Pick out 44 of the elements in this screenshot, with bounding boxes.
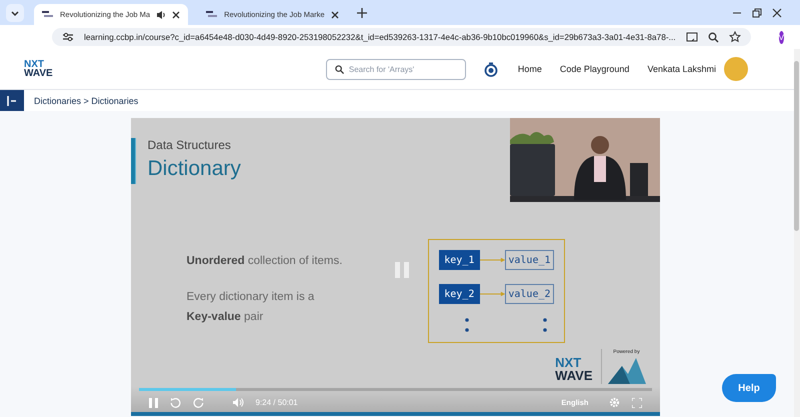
address-bar[interactable]: learning.ccbp.in/course?c_id=a6454e48-d030-4d49-8920-253198052232&t_id=ed539263-1317-4e4c-ab36-9b10bc019960&s_id=29b673a3-3a01-4e31-8a78-...	[52, 28, 751, 46]
key-box: key_1	[438, 250, 480, 270]
sidebar-icon	[7, 96, 17, 106]
help-button[interactable]: Help	[722, 374, 776, 402]
mountain-logo-icon	[608, 358, 646, 384]
slide-text: Unordered collection of items.	[186, 254, 342, 269]
slide-title: Dictionary	[148, 157, 241, 181]
brand-logo: NXT WAVE	[555, 356, 592, 382]
cast-icon[interactable]	[686, 32, 698, 42]
sidebar-toggle-button[interactable]	[0, 90, 24, 111]
url-text: learning.ccbp.in/course?c_id=a6454e48-d030-4d49-8920-253198052232&t_id=ed539263-1317-4e4c-ab36-9b10bc019960&s_id=29b673a3-3a01-4e31-8a78-...	[84, 32, 676, 42]
star-icon[interactable]	[728, 31, 741, 43]
new-tab-icon[interactable]	[356, 8, 367, 18]
key-box: key_2	[438, 284, 480, 304]
user-name[interactable]: Venkata Lakshmi	[647, 64, 716, 74]
close-icon[interactable]	[772, 8, 782, 18]
profile-avatar[interactable]: V	[778, 30, 784, 44]
close-icon[interactable]	[330, 10, 339, 18]
nav-link[interactable]: Home	[518, 64, 542, 74]
site-settings-icon[interactable]	[62, 32, 74, 42]
slide-text: Every dictionary item is a Key-value pair	[186, 290, 314, 325]
stopwatch-icon[interactable]	[484, 62, 498, 76]
slide-subtitle: Data Structures	[148, 138, 232, 152]
arrow	[480, 257, 506, 263]
page-icon	[206, 10, 218, 20]
ellipsis-icon	[464, 318, 468, 332]
speaker-icon[interactable]	[156, 10, 166, 20]
arrow	[480, 291, 506, 297]
value-box: value_2	[505, 284, 554, 304]
close-icon[interactable]	[172, 10, 180, 18]
breadcrumb[interactable]: Dictionaries > Dictionaries	[34, 96, 138, 106]
restore-icon[interactable]	[752, 8, 762, 18]
ellipsis-icon	[542, 318, 546, 332]
site-logo[interactable]: NXT WAVE	[24, 60, 53, 78]
time-display: 9:24 / 50:01	[256, 398, 298, 407]
zoom-icon[interactable]	[708, 32, 719, 42]
accent-bar	[130, 138, 136, 184]
value-box: value_1	[505, 250, 554, 270]
search-field[interactable]: Search for 'Arrays'	[326, 58, 466, 80]
progress-track[interactable]	[138, 388, 652, 391]
scrollbar-thumb[interactable]	[794, 61, 799, 231]
nav-link[interactable]: Code Playground	[560, 64, 630, 74]
tab-list-icon[interactable]	[6, 4, 24, 22]
page-icon	[42, 10, 54, 20]
